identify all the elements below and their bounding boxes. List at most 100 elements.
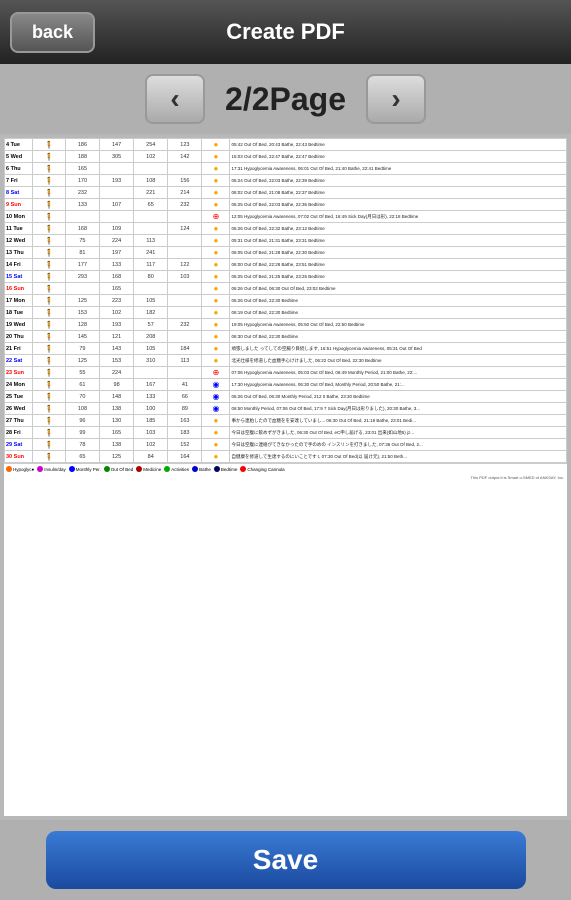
number-cell: 125: [65, 355, 99, 367]
number-cell: 66: [168, 391, 202, 403]
legend-label: Changing Cannula: [247, 467, 284, 472]
next-page-button[interactable]: ›: [366, 74, 426, 124]
person-icon: 🧍: [33, 343, 66, 355]
number-cell: [168, 295, 202, 307]
pdf-preview: 4 Tue🧍186147254123●05:42 Out Of Bed, 20:…: [0, 134, 571, 820]
legend-item: Medicine: [136, 466, 161, 472]
person-icon: 🧍: [33, 355, 66, 367]
day-cell: 18 Tue: [5, 307, 33, 319]
notes-cell: 15:03 Out Of Bed, 22:47 Bathe, 22:47 Bed…: [230, 151, 567, 163]
number-cell: 223: [100, 295, 134, 307]
person-icon: 🧍: [33, 199, 66, 211]
status-icon: ●: [202, 223, 230, 235]
number-cell: 148: [100, 391, 134, 403]
number-cell: [134, 223, 168, 235]
person-icon: 🧍: [33, 259, 66, 271]
person-icon: 🧍: [33, 391, 66, 403]
person-icon: 🧍: [33, 151, 66, 163]
day-cell: 6 Thu: [5, 163, 33, 175]
day-cell: 9 Sun: [5, 199, 33, 211]
notes-cell: 06:30 Out Of Bed, 22:30 Bedtime: [230, 331, 567, 343]
legend-dot: [69, 466, 75, 472]
number-cell: 57: [134, 319, 168, 331]
number-cell: 123: [168, 139, 202, 151]
legend-item: Bedtime: [214, 466, 238, 472]
status-icon: ●: [202, 331, 230, 343]
legend-label: Activities: [171, 467, 189, 472]
person-icon: 🧍: [33, 139, 66, 151]
number-cell: 165: [100, 283, 134, 295]
status-icon: ●: [202, 283, 230, 295]
save-area: Save: [0, 820, 571, 900]
status-icon: ●: [202, 259, 230, 271]
day-cell: 10 Mon: [5, 211, 33, 223]
number-cell: [134, 367, 168, 379]
number-cell: 163: [168, 415, 202, 427]
notes-cell: 05:31 Out Of Bed, 21:31 Bathe, 23:31 Bed…: [230, 235, 567, 247]
number-cell: 305: [100, 151, 134, 163]
notes-cell: 05:42 Out Of Bed, 20:43 Bathe, 22:43 Bed…: [230, 139, 567, 151]
number-cell: 133: [134, 391, 168, 403]
number-cell: 254: [134, 139, 168, 151]
number-cell: 193: [100, 319, 134, 331]
number-cell: 70: [65, 391, 99, 403]
number-cell: 183: [168, 427, 202, 439]
notes-cell: 06:25 Out Of Bed, 21:25 Bathe, 23:26 Bed…: [230, 271, 567, 283]
header-title: Create PDF: [226, 19, 345, 45]
back-button[interactable]: back: [10, 12, 95, 53]
status-icon: ●: [202, 235, 230, 247]
notes-cell: 17:31 Hypoglycemia Awareness, 06:01 Out …: [230, 163, 567, 175]
number-cell: 103: [134, 427, 168, 439]
number-cell: 41: [168, 379, 202, 391]
number-cell: 147: [100, 139, 134, 151]
day-cell: 4 Tue: [5, 139, 33, 151]
number-cell: 133: [100, 259, 134, 271]
status-icon: ●: [202, 163, 230, 175]
status-icon: ●: [202, 307, 230, 319]
notes-cell: 頑張しました ってしての空腸り目続します, 16:51 Hypoglycemia…: [230, 343, 567, 355]
number-cell: 188: [65, 151, 99, 163]
number-cell: 232: [168, 199, 202, 211]
number-cell: 100: [134, 403, 168, 415]
number-cell: 167: [134, 379, 168, 391]
number-cell: 184: [168, 343, 202, 355]
number-cell: 98: [100, 379, 134, 391]
prev-page-button[interactable]: ‹: [145, 74, 205, 124]
legend-item: Out Of Bed: [104, 466, 134, 472]
notes-cell: 06:05 Out Of Bed, 21:28 Bathe, 22:30 Bed…: [230, 247, 567, 259]
status-icon: ◉: [202, 391, 230, 403]
number-cell: 241: [134, 247, 168, 259]
person-icon: 🧍: [33, 211, 66, 223]
status-icon: ●: [202, 247, 230, 259]
number-cell: 156: [168, 175, 202, 187]
legend-dot: [136, 466, 142, 472]
number-cell: 107: [100, 199, 134, 211]
number-cell: 310: [134, 355, 168, 367]
number-cell: [168, 247, 202, 259]
number-cell: 232: [168, 319, 202, 331]
notes-cell: 06:24 Out Of Bed, 22:03 Bathe, 22:39 Bed…: [230, 175, 567, 187]
number-cell: 224: [100, 367, 134, 379]
day-cell: 14 Fri: [5, 259, 33, 271]
status-icon: ●: [202, 427, 230, 439]
notes-cell: 06:26 Out Of Bed, 22:30 Bedtime: [230, 295, 567, 307]
legend-label: Out Of Bed: [111, 467, 134, 472]
notes-cell: 12:05 Hypoglycemia Awareness, 07:02 Out …: [230, 211, 567, 223]
status-icon: ●: [202, 319, 230, 331]
number-cell: 214: [168, 187, 202, 199]
number-cell: 208: [134, 331, 168, 343]
number-cell: 105: [134, 295, 168, 307]
notes-cell: 北光仕様を修道した血糖手心けけました, 06:22 Out Of Bed, 22…: [230, 355, 567, 367]
day-cell: 29 Sat: [5, 439, 33, 451]
number-cell: [100, 163, 134, 175]
number-cell: 121: [100, 331, 134, 343]
number-cell: 89: [168, 403, 202, 415]
notes-cell: 17:30 Hypoglycemia Awareness, 06:30 Out …: [230, 379, 567, 391]
number-cell: 224: [100, 235, 134, 247]
person-icon: 🧍: [33, 319, 66, 331]
save-button[interactable]: Save: [46, 831, 526, 889]
number-cell: 232: [65, 187, 99, 199]
person-icon: 🧍: [33, 187, 66, 199]
status-icon: ◉: [202, 403, 230, 415]
day-cell: 16 Sun: [5, 283, 33, 295]
